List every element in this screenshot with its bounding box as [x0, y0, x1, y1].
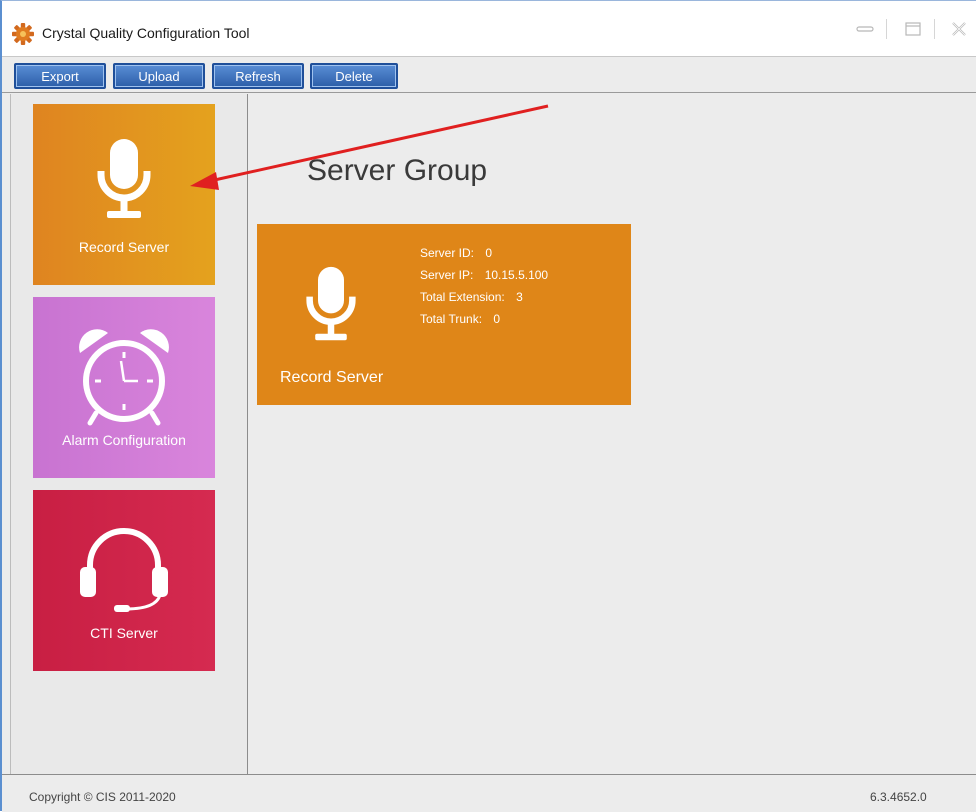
total-extension-row: Total Extension: 3	[420, 286, 548, 308]
sidebar: Record Server Alarm Configuration CTI Se…	[10, 94, 248, 774]
total-trunk-label: Total Trunk:	[420, 312, 483, 326]
server-id-value: 0	[485, 246, 493, 260]
total-extension-label: Total Extension:	[420, 290, 505, 304]
close-button[interactable]	[946, 16, 972, 42]
total-trunk-value: 0	[493, 312, 501, 326]
delete-button[interactable]: Delete	[310, 63, 398, 89]
sidebar-tile-cti-server[interactable]: CTI Server	[33, 490, 215, 671]
copyright-text: Copyright © CIS 2011-2020	[29, 790, 176, 804]
gear-icon	[12, 23, 34, 45]
alarm-clock-icon	[79, 329, 169, 426]
titlebar-divider	[886, 19, 887, 39]
headset-icon	[80, 528, 168, 612]
microphone-icon	[97, 139, 151, 218]
server-info: Server ID: 0 Server IP: 10.15.5.100 Tota…	[420, 242, 548, 330]
export-button[interactable]: Export	[14, 63, 106, 89]
sidebar-tile-record-server[interactable]: Record Server	[33, 104, 215, 285]
version-text: 6.3.4652.0	[870, 790, 927, 804]
server-ip-label: Server IP:	[420, 268, 474, 282]
maximize-icon	[905, 22, 921, 36]
main-panel: Server Group Record Server Server ID: 0 …	[249, 94, 976, 774]
minimize-icon	[856, 26, 874, 32]
status-bar: Copyright © CIS 2011-2020 6.3.4652.0	[2, 774, 976, 812]
tile-label: CTI Server	[90, 625, 158, 641]
tile-label: Alarm Configuration	[62, 432, 186, 448]
minimize-button[interactable]	[852, 16, 878, 42]
refresh-button[interactable]: Refresh	[212, 63, 304, 89]
total-trunk-row: Total Trunk: 0	[420, 308, 548, 330]
server-id-label: Server ID:	[420, 246, 475, 260]
card-title: Record Server	[280, 369, 384, 386]
sidebar-tile-alarm-configuration[interactable]: Alarm Configuration	[33, 297, 215, 478]
server-id-row: Server ID: 0	[420, 242, 548, 264]
server-card[interactable]: Record Server Server ID: 0 Server IP: 10…	[257, 224, 631, 405]
maximize-button[interactable]	[900, 16, 926, 42]
upload-button[interactable]: Upload	[113, 63, 205, 89]
total-extension-value: 3	[516, 290, 523, 304]
toolbar: Export Upload Refresh Delete	[2, 58, 976, 93]
app-window: Crystal Quality Configuration Tool Expor…	[0, 0, 976, 812]
server-ip-value: 10.15.5.100	[484, 268, 549, 282]
titlebar-divider	[934, 19, 935, 39]
tile-label: Record Server	[78, 239, 170, 255]
title-bar: Crystal Quality Configuration Tool	[2, 1, 976, 57]
server-ip-row: Server IP: 10.15.5.100	[420, 264, 548, 286]
close-icon	[952, 22, 966, 36]
microphone-icon	[306, 266, 356, 341]
window-title: Crystal Quality Configuration Tool	[42, 25, 250, 41]
page-title: Server Group	[307, 154, 488, 187]
